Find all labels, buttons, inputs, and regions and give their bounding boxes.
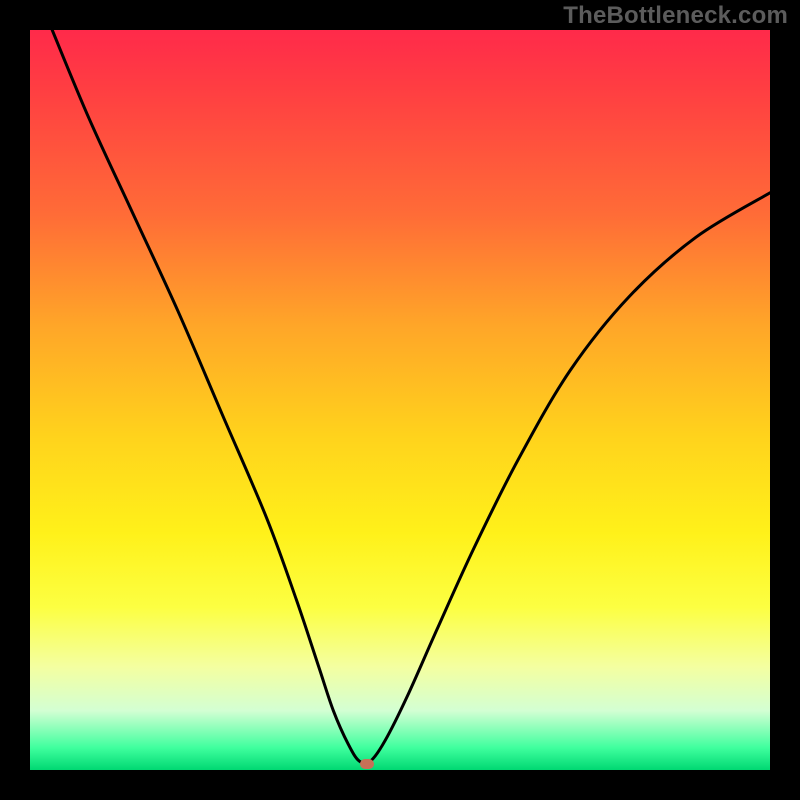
minimum-marker (360, 759, 374, 769)
watermark-text: TheBottleneck.com (563, 2, 788, 30)
plot-frame (30, 30, 770, 770)
bottleneck-curve (30, 30, 770, 770)
